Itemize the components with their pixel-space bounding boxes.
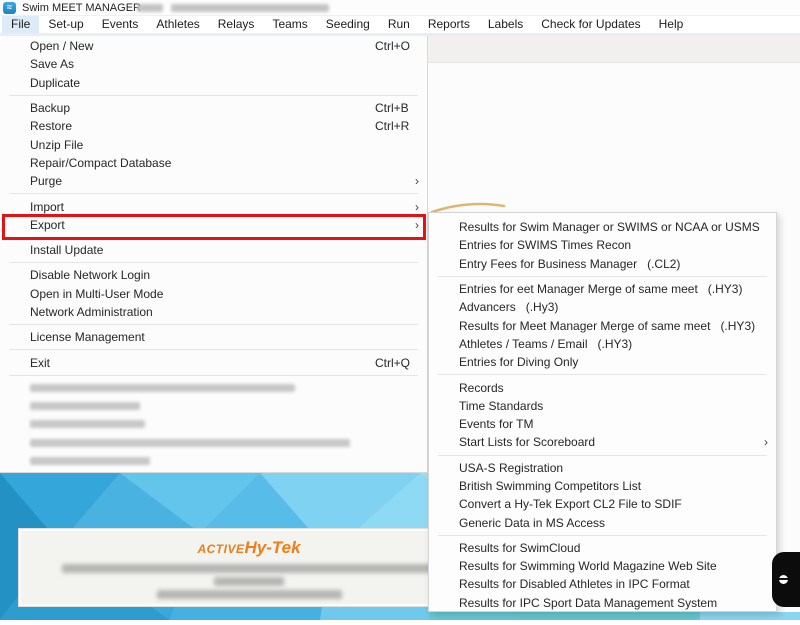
brand-name: Hy-Tek <box>244 538 300 557</box>
redacted-title-text <box>137 4 163 12</box>
menu-check-for-updates[interactable]: Check for Updates <box>532 16 649 33</box>
menu-separator <box>9 375 418 376</box>
menu-separator <box>438 455 767 456</box>
menu-item-disable-network-login[interactable]: Disable Network Login <box>0 266 427 284</box>
submenu-item-time-standards[interactable]: Time Standards <box>429 397 776 415</box>
submenu-item-british-swimming-competitors[interactable]: British Swimming Competitors List <box>429 477 776 495</box>
title-bar: ≈ Swim MEET MANAGER - <box>0 0 800 16</box>
menu-item-purge[interactable]: Purge › <box>0 172 427 190</box>
redacted-license-line <box>62 564 437 573</box>
submenu-arrow-icon: › <box>756 435 768 449</box>
submenu-item-entries-swims-times-recon[interactable]: Entries for SWIMS Times Recon <box>429 236 776 254</box>
redacted-recent-file <box>30 420 145 428</box>
menu-item-backup[interactable]: Backup Ctrl+B <box>0 99 427 117</box>
floating-widget[interactable] <box>772 552 800 607</box>
submenu-item-results-meet-manager-merge[interactable]: Results for Meet Manager Merge of same m… <box>429 316 776 334</box>
menu-item-import[interactable]: Import › <box>0 197 427 215</box>
menu-teams[interactable]: Teams <box>263 16 316 33</box>
submenu-item-athletes-teams-email[interactable]: Athletes / Teams / Email (.HY3) <box>429 335 776 353</box>
menu-seeding[interactable]: Seeding <box>317 16 379 33</box>
recent-file-item[interactable] <box>0 434 427 452</box>
redacted-license-line <box>214 577 284 586</box>
menu-item-save-as[interactable]: Save As <box>0 55 427 73</box>
menu-separator <box>9 193 418 194</box>
menu-separator <box>438 374 767 375</box>
recent-file-item[interactable] <box>0 452 427 470</box>
submenu-item-start-lists-scoreboard[interactable]: Start Lists for Scoreboard › <box>429 433 776 451</box>
menu-events[interactable]: Events <box>93 16 148 33</box>
file-type-suffix: (.HY3) <box>598 337 633 351</box>
brand-prefix: ACTIVE <box>197 542 244 556</box>
menu-item-exit[interactable]: Exit Ctrl+Q <box>0 353 427 371</box>
toolbar-strip <box>428 36 800 63</box>
file-type-suffix: (.HY3) <box>708 282 743 296</box>
submenu-item-generic-data-ms-access[interactable]: Generic Data in MS Access <box>429 513 776 531</box>
redacted-recent-file <box>30 402 140 410</box>
activehytek-logo: ACTIVEHy-Tek <box>19 538 479 558</box>
redacted-recent-file <box>30 384 295 392</box>
submenu-arrow-icon: › <box>407 174 419 188</box>
file-type-suffix: (.Hy3) <box>526 300 559 314</box>
swim-app-icon: ≈ <box>3 2 16 14</box>
menu-help[interactable]: Help <box>650 16 693 33</box>
submenu-item-records[interactable]: Records <box>429 378 776 396</box>
shortcut: Ctrl+R <box>375 119 419 133</box>
file-type-suffix: (.HY3) <box>720 319 755 333</box>
widget-glyph-icon <box>779 575 788 584</box>
file-type-suffix: (.CL2) <box>647 257 680 271</box>
redacted-recent-file <box>30 457 150 465</box>
redacted-title-text <box>171 4 329 12</box>
menu-reports[interactable]: Reports <box>419 16 479 33</box>
menu-item-unzip-file[interactable]: Unzip File <box>0 135 427 153</box>
menu-run[interactable]: Run <box>379 16 419 33</box>
menu-item-open-new[interactable]: Open / New Ctrl+O <box>0 37 427 55</box>
redacted-recent-file <box>30 439 350 447</box>
menu-file[interactable]: File <box>2 16 39 33</box>
shortcut: Ctrl+O <box>375 39 419 53</box>
menu-separator <box>9 349 418 350</box>
submenu-item-advancers[interactable]: Advancers (.Hy3) <box>429 298 776 316</box>
submenu-item-usas-registration[interactable]: USA-S Registration <box>429 459 776 477</box>
menu-athletes[interactable]: Athletes <box>147 16 208 33</box>
menu-item-network-administration[interactable]: Network Administration <box>0 303 427 321</box>
shortcut: Ctrl+Q <box>375 356 419 370</box>
export-submenu: Results for Swim Manager or SWIMS or NCA… <box>428 212 777 612</box>
submenu-item-results-swimcloud[interactable]: Results for SwimCloud <box>429 539 776 557</box>
menu-item-open-multi-user-mode[interactable]: Open in Multi-User Mode <box>0 285 427 303</box>
menu-separator <box>9 95 418 96</box>
submenu-item-events-for-tm[interactable]: Events for TM <box>429 415 776 433</box>
submenu-item-entry-fees-business-manager[interactable]: Entry Fees for Business Manager (.CL2) <box>429 255 776 273</box>
submenu-item-results-swim-manager[interactable]: Results for Swim Manager or SWIMS or NCA… <box>429 218 776 236</box>
menu-bar: File Set-up Events Athletes Relays Teams… <box>0 16 800 33</box>
menu-separator <box>9 324 418 325</box>
recent-file-item[interactable] <box>0 379 427 397</box>
submenu-item-entries-meet-manager-merge[interactable]: Entries for eet Manager Merge of same me… <box>429 280 776 298</box>
window-title: Swim MEET MANAGER - <box>22 2 148 14</box>
menu-relays[interactable]: Relays <box>209 16 264 33</box>
menu-item-license-management[interactable]: License Management <box>0 328 427 346</box>
menu-setup[interactable]: Set-up <box>39 16 92 33</box>
submenu-item-results-disabled-ipc[interactable]: Results for Disabled Athletes in IPC For… <box>429 575 776 593</box>
menu-labels[interactable]: Labels <box>479 16 532 33</box>
redacted-license-line <box>157 590 342 599</box>
submenu-item-convert-cl2-to-sdif[interactable]: Convert a Hy-Tek Export CL2 File to SDIF <box>429 495 776 513</box>
export-highlight-annotation <box>2 214 426 240</box>
submenu-item-results-swimming-world[interactable]: Results for Swimming World Magazine Web … <box>429 557 776 575</box>
menu-item-duplicate[interactable]: Duplicate <box>0 74 427 92</box>
recent-file-item[interactable] <box>0 397 427 415</box>
file-menu: Open / New Ctrl+O Save As Duplicate Back… <box>0 36 428 473</box>
menu-separator <box>438 276 767 277</box>
menu-item-restore[interactable]: Restore Ctrl+R <box>0 117 427 135</box>
menu-separator <box>438 535 767 536</box>
menu-item-repair-compact-database[interactable]: Repair/Compact Database <box>0 154 427 172</box>
shortcut: Ctrl+B <box>375 101 419 115</box>
submenu-item-results-ipc-sport-data[interactable]: Results for IPC Sport Data Management Sy… <box>429 594 776 612</box>
submenu-item-entries-diving-only[interactable]: Entries for Diving Only <box>429 353 776 371</box>
menu-separator <box>9 262 418 263</box>
submenu-arrow-icon: › <box>407 200 419 214</box>
menu-item-install-update[interactable]: Install Update <box>0 241 427 259</box>
recent-file-item[interactable] <box>0 415 427 433</box>
